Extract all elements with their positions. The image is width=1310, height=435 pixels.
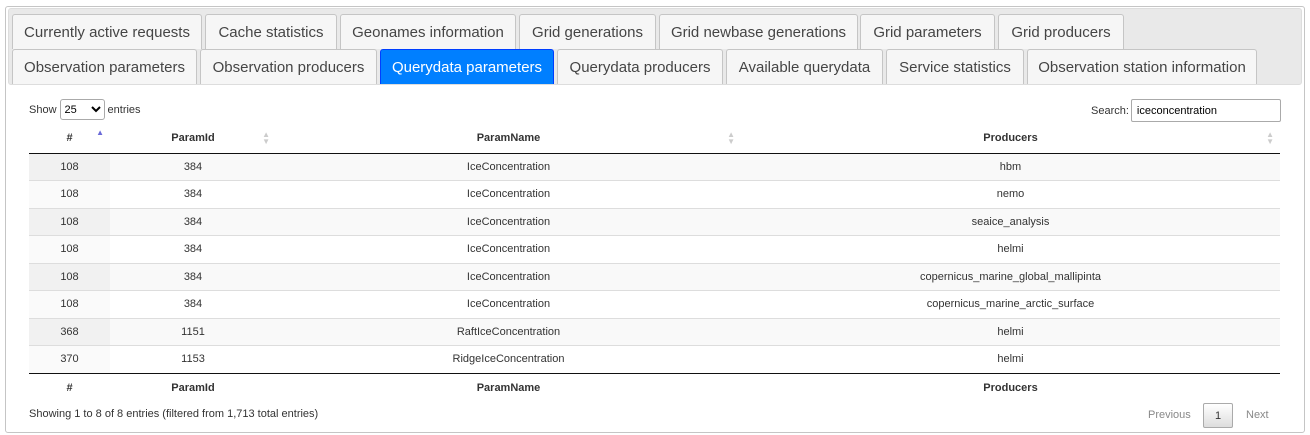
header-paramid[interactable]: ParamId ▲ ▼ [110,124,276,154]
cell-paramname: IceConcentration [276,235,741,263]
data-table: # ▲ ParamId ▲ ▼ ParamName ▲ ▼ Producers ▲ ▼ 108… [29,124,1280,403]
cell-producer: copernicus_marine_arctic_surface [741,290,1280,318]
search-control: Search: [1091,99,1281,122]
length-control: Show 25 entries [29,99,141,120]
tab-geonames-information[interactable]: Geonames information [340,14,516,49]
cell-paramname: RidgeIceConcentration [276,345,741,373]
cell-paramname: IceConcentration [276,290,741,318]
search-label: Search: [1091,104,1129,117]
tab-observation-parameters[interactable]: Observation parameters [12,49,197,84]
cell-index: 370 [29,345,110,373]
cell-index: 108 [29,153,110,181]
show-label: Show [29,103,57,116]
next-button[interactable]: Next [1246,409,1269,421]
footer-producers: Producers [741,372,1280,403]
tab-grid-newbase-generations[interactable]: Grid newbase generations [659,14,858,49]
cell-index: 108 [29,290,110,318]
footer-paramname: ParamName [276,372,741,403]
tab-currently-active-requests[interactable]: Currently active requests [12,14,202,49]
cell-producer: nemo [741,180,1280,208]
cell-paramid: 384 [110,262,276,291]
table-row: 108 384 IceConcentration nemo [29,180,1280,208]
sort-asc-icon: ▲ [96,128,104,137]
footer-index: # [29,372,110,403]
tab-available-querydata[interactable]: Available querydata [726,49,883,84]
cell-producer: helmi [741,345,1280,373]
tab-grid-generations[interactable]: Grid generations [519,14,656,49]
cell-paramid: 1153 [110,345,276,373]
cell-index: 108 [29,262,110,291]
cell-producer: helmi [741,317,1280,346]
cell-paramid: 384 [110,207,276,236]
cell-index: 108 [29,235,110,263]
cell-index: 108 [29,180,110,208]
entries-select[interactable]: 25 [59,99,105,120]
cell-index: 108 [29,207,110,236]
table-row: 108 384 IceConcentration hbm [29,153,1280,181]
tab-querydata-parameters[interactable]: Querydata parameters [380,49,554,84]
cell-producer: copernicus_marine_global_mallipinta [741,262,1280,291]
sort-both-icon: ▲ ▼ [1266,130,1274,146]
cell-paramname: RaftIceConcentration [276,317,741,346]
page-1-button[interactable]: 1 [1203,403,1233,428]
cell-producer: hbm [741,153,1280,181]
cell-paramname: IceConcentration [276,180,741,208]
entries-label: entries [107,103,141,116]
cell-paramid: 384 [110,153,276,181]
tab-cache-statistics[interactable]: Cache statistics [205,14,337,49]
cell-paramid: 1151 [110,317,276,346]
cell-paramid: 384 [110,290,276,318]
cell-producer: helmi [741,235,1280,263]
tab-querydata-producers[interactable]: Querydata producers [557,49,723,84]
table-row: 108 384 IceConcentration helmi [29,235,1280,263]
cell-paramid: 384 [110,180,276,208]
cell-paramname: IceConcentration [276,153,741,181]
header-producers[interactable]: Producers ▲ ▼ [741,124,1280,154]
table-row: 108 384 IceConcentration seaice_analysis [29,207,1280,236]
table-row: 108 384 IceConcentration copernicus_marine_… [29,290,1280,318]
tab-observation-producers[interactable]: Observation producers [200,49,377,84]
header-paramname[interactable]: ParamName ▲ ▼ [276,124,741,154]
cell-paramname: IceConcentration [276,207,741,236]
table-row: 370 1153 RidgeIceConcentration helmi [29,345,1280,373]
cell-index: 368 [29,317,110,346]
sort-both-icon: ▲ ▼ [262,130,270,146]
table-row: 108 384 IceConcentration copernicus_marine_… [29,262,1280,291]
cell-producer: seaice_analysis [741,207,1280,236]
table-info: Showing 1 to 8 of 8 entries (filtered fr… [29,408,319,420]
tab-service-statistics[interactable]: Service statistics [886,49,1024,84]
previous-button[interactable]: Previous [1148,409,1191,421]
cell-paramid: 384 [110,235,276,263]
sort-both-icon: ▲ ▼ [727,130,735,146]
footer-paramid: ParamId [110,372,276,403]
cell-paramname: IceConcentration [276,262,741,291]
table-row: 368 1151 RaftIceConcentration helmi [29,317,1280,346]
tab-observation-station-information[interactable]: Observation station information [1027,49,1257,84]
search-input[interactable] [1130,99,1281,122]
header-index[interactable]: # ▲ [29,124,110,154]
tab-grid-parameters[interactable]: Grid parameters [860,14,995,49]
tab-grid-producers[interactable]: Grid producers [998,14,1124,49]
